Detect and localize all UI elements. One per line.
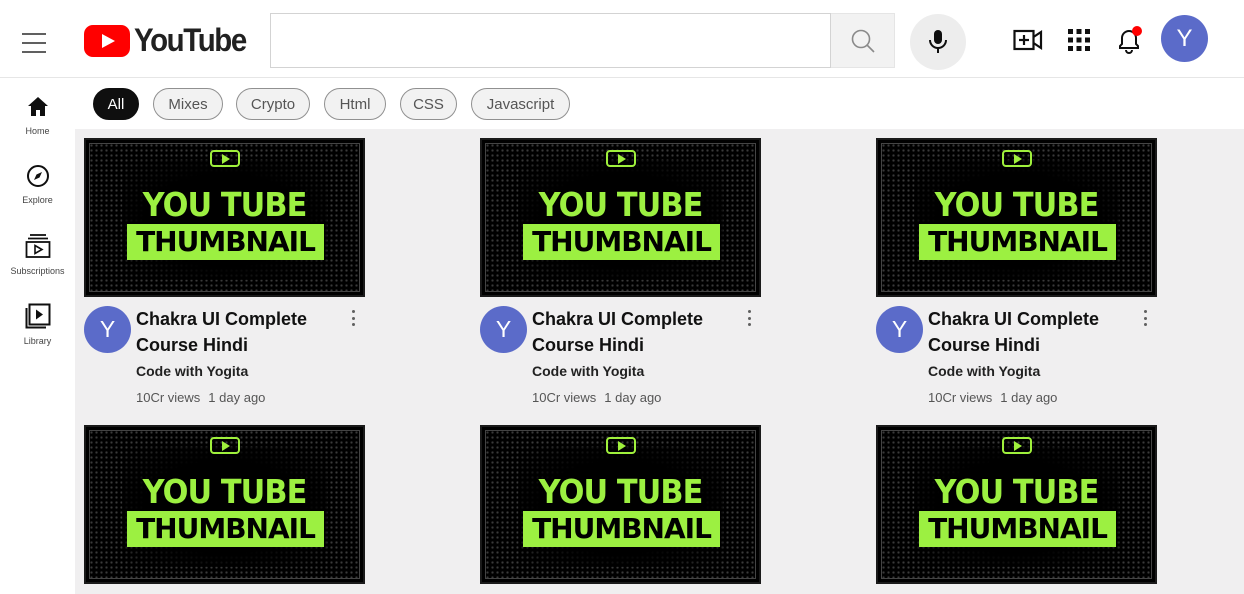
video-title[interactable]: Chakra UI Complete Course Hindi bbox=[136, 306, 326, 358]
chip-all[interactable]: All bbox=[93, 88, 139, 120]
search-icon bbox=[851, 29, 875, 53]
channel-name[interactable]: Code with Yogita bbox=[532, 363, 644, 379]
chip-mixes[interactable]: Mixes bbox=[153, 88, 223, 120]
search-input[interactable] bbox=[270, 13, 831, 68]
thumbnail-line1: YOU TUBE bbox=[142, 185, 308, 224]
thumbnail-line1: YOU TUBE bbox=[934, 472, 1100, 511]
video-thumbnail[interactable]: YOU TUBE THUMBNAIL bbox=[876, 138, 1157, 297]
create-video-button[interactable] bbox=[1012, 24, 1044, 56]
thumbnail-line1: YOU TUBE bbox=[538, 472, 704, 511]
library-icon bbox=[25, 303, 50, 329]
home-icon bbox=[27, 97, 48, 116]
channel-avatar[interactable]: Y bbox=[876, 306, 923, 353]
channel-name[interactable]: Code with Yogita bbox=[136, 363, 248, 379]
more-options-icon[interactable] bbox=[346, 308, 360, 328]
logo-text: YouTube bbox=[134, 22, 247, 58]
channel-avatar[interactable]: Y bbox=[480, 306, 527, 353]
sidebar-item-library[interactable]: Library bbox=[0, 303, 75, 346]
upload-age: 1 day ago bbox=[1000, 390, 1058, 405]
top-bar: YouTube Y bbox=[0, 0, 1244, 78]
video-meta: 10Cr views 1 day ago bbox=[532, 390, 669, 405]
thumbnail-line2: THUMBNAIL bbox=[919, 511, 1116, 547]
view-count: 10Cr views bbox=[928, 390, 993, 405]
view-count: 10Cr views bbox=[532, 390, 597, 405]
sidebar-item-label: Home bbox=[25, 126, 50, 136]
upload-age: 1 day ago bbox=[208, 390, 266, 405]
thumbnail-line2: THUMBNAIL bbox=[523, 224, 720, 260]
chip-html[interactable]: Html bbox=[324, 88, 386, 120]
youtube-play-logo-icon bbox=[84, 24, 130, 57]
channel-avatar[interactable]: Y bbox=[84, 306, 131, 353]
view-count: 10Cr views bbox=[136, 390, 201, 405]
apps-grid-icon bbox=[1068, 29, 1090, 51]
sidebar-item-explore[interactable]: Explore bbox=[0, 164, 75, 205]
chip-css[interactable]: CSS bbox=[400, 88, 457, 120]
thumbnail-line2: THUMBNAIL bbox=[127, 224, 324, 260]
upload-age: 1 day ago bbox=[604, 390, 662, 405]
user-avatar[interactable]: Y bbox=[1161, 15, 1208, 62]
subscriptions-icon bbox=[25, 234, 50, 258]
video-thumbnail[interactable]: YOU TUBE THUMBNAIL bbox=[84, 138, 365, 297]
menu-icon[interactable] bbox=[22, 33, 54, 57]
more-options-icon[interactable] bbox=[1138, 308, 1152, 328]
youtube-logo[interactable]: YouTube bbox=[84, 22, 256, 59]
create-video-icon bbox=[1013, 29, 1043, 51]
video-thumbnail[interactable]: YOU TUBE THUMBNAIL bbox=[480, 425, 761, 584]
channel-name[interactable]: Code with Yogita bbox=[928, 363, 1040, 379]
play-icon bbox=[210, 437, 240, 454]
voice-search-button[interactable] bbox=[910, 14, 966, 70]
video-meta: 10Cr views 1 day ago bbox=[136, 390, 273, 405]
video-title[interactable]: Chakra UI Complete Course Hindi bbox=[532, 306, 722, 358]
thumbnail-line1: YOU TUBE bbox=[934, 185, 1100, 224]
search-button[interactable] bbox=[831, 13, 895, 68]
sidebar-item-label: Subscriptions bbox=[10, 266, 65, 276]
video-thumbnail[interactable]: YOU TUBE THUMBNAIL bbox=[876, 425, 1157, 584]
apps-button[interactable] bbox=[1063, 24, 1095, 56]
sidebar-item-label: Explore bbox=[22, 195, 53, 205]
play-icon bbox=[606, 437, 636, 454]
video-grid: YOU TUBE THUMBNAIL Y Chakra UI Complete … bbox=[75, 129, 1244, 594]
sidebar-item-home[interactable]: Home bbox=[0, 95, 75, 136]
video-info: Y Chakra UI Complete Course Hindi Code w… bbox=[480, 306, 770, 416]
sidebar: Home Explore Subscriptions Library bbox=[0, 79, 75, 594]
play-icon bbox=[1002, 150, 1032, 167]
thumbnail-line2: THUMBNAIL bbox=[919, 224, 1116, 260]
sidebar-item-subscriptions[interactable]: Subscriptions bbox=[0, 233, 75, 276]
video-info: Y Chakra UI Complete Course Hindi Code w… bbox=[84, 306, 374, 416]
video-info: Y Chakra UI Complete Course Hindi Code w… bbox=[876, 306, 1166, 416]
video-meta: 10Cr views 1 day ago bbox=[928, 390, 1065, 405]
notifications-button[interactable] bbox=[1113, 24, 1145, 56]
chip-javascript[interactable]: Javascript bbox=[471, 88, 570, 120]
thumbnail-line1: YOU TUBE bbox=[538, 185, 704, 224]
play-icon bbox=[1002, 437, 1032, 454]
thumbnail-line2: THUMBNAIL bbox=[523, 511, 720, 547]
video-title[interactable]: Chakra UI Complete Course Hindi bbox=[928, 306, 1118, 358]
filter-chips-bar: All Mixes Crypto Html CSS Javascript bbox=[75, 79, 1244, 129]
chip-crypto[interactable]: Crypto bbox=[236, 88, 310, 120]
compass-icon bbox=[26, 165, 49, 187]
more-options-icon[interactable] bbox=[742, 308, 756, 328]
play-icon bbox=[606, 150, 636, 167]
thumbnail-line1: YOU TUBE bbox=[142, 472, 308, 511]
video-thumbnail[interactable]: YOU TUBE THUMBNAIL bbox=[84, 425, 365, 584]
thumbnail-line2: THUMBNAIL bbox=[127, 511, 324, 547]
sidebar-item-label: Library bbox=[23, 336, 52, 346]
bell-icon bbox=[1119, 26, 1142, 54]
mic-icon bbox=[929, 30, 947, 53]
play-icon bbox=[210, 150, 240, 167]
video-thumbnail[interactable]: YOU TUBE THUMBNAIL bbox=[480, 138, 761, 297]
